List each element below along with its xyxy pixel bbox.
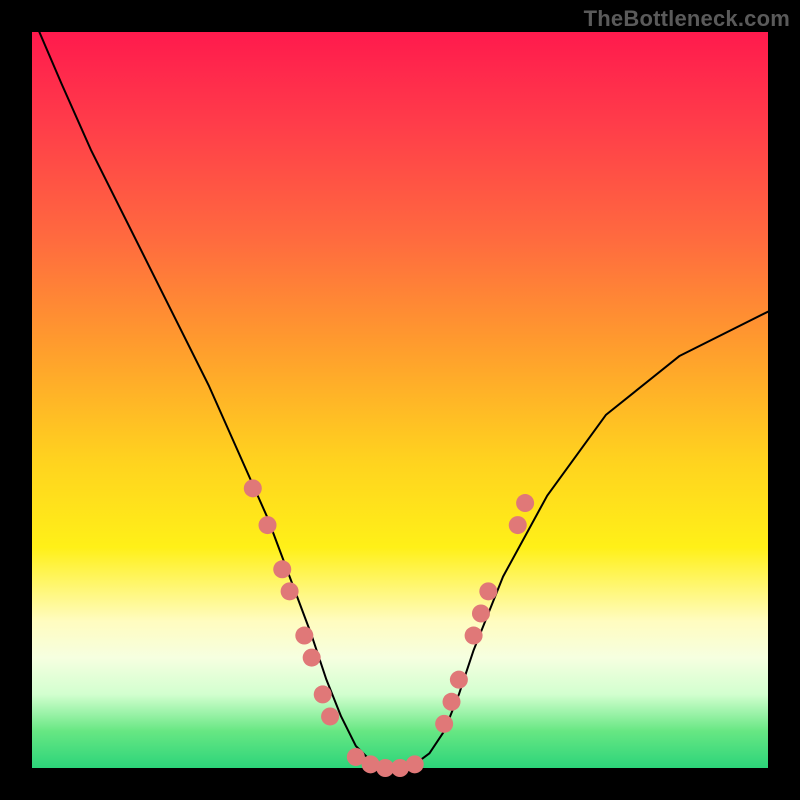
curve-marker bbox=[273, 560, 291, 578]
curve-marker bbox=[450, 671, 468, 689]
curve-marker bbox=[295, 627, 313, 645]
curve-marker bbox=[443, 693, 461, 711]
curve-markers bbox=[244, 479, 534, 777]
curve-marker bbox=[321, 707, 339, 725]
curve-marker bbox=[314, 685, 332, 703]
curve-marker bbox=[406, 755, 424, 773]
chart-overlay bbox=[32, 32, 768, 768]
curve-marker bbox=[472, 604, 490, 622]
watermark-text: TheBottleneck.com bbox=[584, 6, 790, 32]
curve-marker bbox=[259, 516, 277, 534]
curve-marker bbox=[244, 479, 262, 497]
bottleneck-curve bbox=[39, 32, 768, 768]
curve-marker bbox=[435, 715, 453, 733]
curve-marker bbox=[516, 494, 534, 512]
chart-stage: TheBottleneck.com bbox=[0, 0, 800, 800]
curve-marker bbox=[465, 627, 483, 645]
curve-marker bbox=[479, 582, 497, 600]
curve-marker bbox=[303, 649, 321, 667]
curve-marker bbox=[281, 582, 299, 600]
curve-marker bbox=[509, 516, 527, 534]
